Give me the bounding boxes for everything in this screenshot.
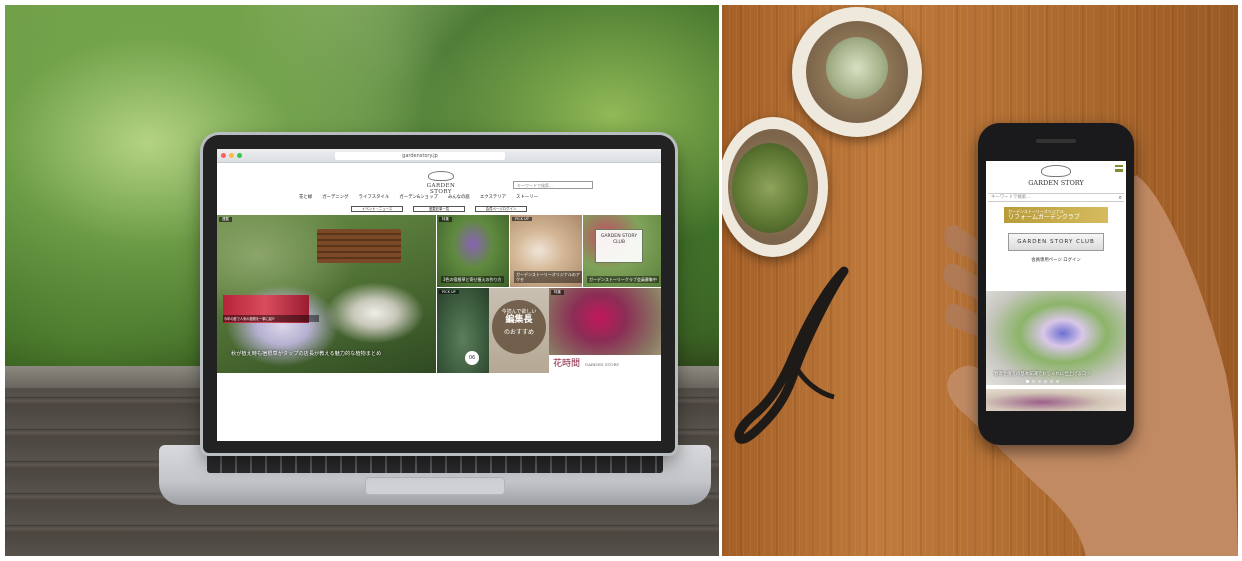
- club-card: GARDEN STORY CLUB: [595, 229, 643, 263]
- laptop-scene: gardenstory.jp GARDEN STORY キーワードで検索... …: [5, 5, 719, 556]
- carousel-dots[interactable]: [1026, 380, 1059, 383]
- mobile-search-placeholder: キーワードで検索...: [991, 195, 1031, 200]
- hero-inset-caption: 今年の庭で人気の植物を一挙に紹介: [223, 315, 319, 322]
- site-logo[interactable]: GARDEN STORY: [417, 171, 465, 195]
- editor-pick-badge: 今読んで欲しい 編集長 のおすすめ: [492, 300, 546, 354]
- mobile-logo-text: GARDEN STORY: [1028, 179, 1084, 187]
- mobile-search-input[interactable]: キーワードで検索... ⌕: [988, 193, 1124, 202]
- site-header: GARDEN STORY キーワードで検索... 花と緑 ガーデニング ライフス…: [217, 163, 661, 215]
- tile-tag: 特集: [551, 290, 564, 295]
- cactus-image: [826, 37, 888, 99]
- minimize-window-dot[interactable]: [229, 153, 234, 158]
- next-article-preview[interactable]: [986, 389, 1126, 411]
- cactus-pot: [792, 7, 922, 137]
- nav-item-exterior[interactable]: エクステリア: [480, 194, 506, 200]
- member-login-link[interactable]: 会員専用ページ ログイン: [986, 257, 1126, 263]
- search-input[interactable]: キーワードで検索...: [513, 181, 593, 189]
- cactus-image: [732, 143, 808, 233]
- laptop-trackpad: [365, 477, 505, 495]
- garden-bench-image: [317, 229, 401, 263]
- tile-tag: PICK UP: [512, 217, 532, 221]
- hanajikan-title: 花時間: [553, 359, 581, 369]
- mobile-site-logo[interactable]: GARDEN STORY: [986, 161, 1126, 187]
- article-tile[interactable]: GARDEN STORY CLUB ガーデンストーリークラブ会員募集中: [583, 215, 661, 287]
- mobile-hero-article[interactable]: 春寄せ植えの基本知識でおしゃれに仕上げるコツ: [986, 291, 1126, 385]
- hanajikan-brand: GARDEN STORY: [584, 362, 620, 367]
- hero-caption: 秋が植え時も宿根草がタップの店長が教える魅力的な植物まとめ: [231, 351, 382, 357]
- garden-story-logo-icon: [428, 171, 454, 181]
- series-list-button[interactable]: 連載記事一覧: [413, 206, 465, 212]
- nav-item-lifestyle[interactable]: ライフスタイル: [359, 194, 390, 200]
- hamburger-menu-icon[interactable]: [1115, 165, 1123, 172]
- laptop-screen: gardenstory.jp GARDEN STORY キーワードで検索... …: [217, 149, 661, 441]
- tile-tag: 特集: [439, 217, 452, 222]
- laptop-keyboard: [207, 451, 663, 473]
- promo-banner-title: リフォームガーデンクラブ: [1008, 214, 1080, 222]
- maximize-window-dot[interactable]: [237, 153, 242, 158]
- article-tile[interactable]: 特集 3色の宿根草と寄せ植えの作り方: [437, 215, 509, 287]
- events-news-button[interactable]: イベント・ニュース: [351, 206, 403, 212]
- phone-speaker: [1036, 139, 1076, 143]
- editor-pick-line2: 編集長: [505, 315, 533, 325]
- search-icon[interactable]: ⌕: [1119, 194, 1122, 202]
- editor-pick-line3: のおすすめ: [503, 328, 534, 336]
- close-window-dot[interactable]: [221, 153, 226, 158]
- browser-toolbar: gardenstory.jp: [217, 149, 661, 163]
- member-login-button[interactable]: 会員ページログイン: [475, 206, 527, 212]
- main-nav: 花と緑 ガーデニング ライフスタイル ガーデン&ショップ みんなの庭 エクステリ…: [299, 194, 538, 200]
- garden-story-club-button[interactable]: GARDEN STORY CLUB: [1008, 233, 1104, 251]
- hanajikan-banner[interactable]: 花時間 GARDEN STORY: [549, 355, 661, 373]
- hero-grid: 連載 今年の庭で人気の植物を一挙に紹介 秋が植え時も宿根草がタップの店長が教える…: [217, 215, 661, 441]
- article-tile[interactable]: PICK UP: [437, 288, 489, 373]
- phone-scene: GARDEN STORY キーワードで検索... ⌕ ガーデンストーリーオリジナ…: [722, 5, 1238, 556]
- laptop-lid: gardenstory.jp GARDEN STORY キーワードで検索... …: [203, 135, 675, 453]
- laptop-base: [159, 445, 711, 505]
- nav-item-everyones-garden[interactable]: みんなの庭: [448, 194, 470, 200]
- sub-nav: イベント・ニュース 連載記事一覧 会員ページログイン: [351, 206, 527, 212]
- article-tile[interactable]: PICK UP ガーデンストーリーオリジナルのアクセ: [510, 215, 582, 287]
- smartphone: GARDEN STORY キーワードで検索... ⌕ ガーデンストーリーオリジナ…: [978, 123, 1134, 445]
- editor-pick-line1: 今読んで欲しい: [501, 309, 537, 315]
- eyeglasses-image: [734, 266, 849, 444]
- hero-main-article[interactable]: 連載 今年の庭で人気の植物を一挙に紹介 秋が植え時も宿根草がタップの店長が教える…: [217, 215, 436, 373]
- tile-caption: ガーデンストーリーオリジナルのアクセ: [514, 270, 582, 283]
- address-bar[interactable]: gardenstory.jp: [335, 151, 505, 160]
- mobile-hero-caption: 春寄せ植えの基本知識でおしゃれに仕上げるコツ: [994, 372, 1091, 377]
- cactus-pot: [722, 117, 828, 257]
- phone-screen: GARDEN STORY キーワードで検索... ⌕ ガーデンストーリーオリジナ…: [986, 161, 1126, 411]
- nav-item-flowers[interactable]: 花と緑: [299, 194, 312, 200]
- tile-caption: 3色の宿根草と寄せ植えの作り方: [441, 275, 504, 283]
- nav-item-gardening[interactable]: ガーデニング: [322, 194, 348, 200]
- page-below-fold: [217, 373, 661, 441]
- nav-item-story[interactable]: ストーリー: [516, 194, 538, 200]
- editor-pick-tile[interactable]: 今読んで欲しい 編集長 のおすすめ: [489, 288, 549, 373]
- garden-story-logo-icon: [1041, 165, 1071, 177]
- editor-pick-number: 06: [465, 351, 479, 365]
- promo-banner[interactable]: ガーデンストーリーオリジナル リフォームガーデンクラブ: [1004, 207, 1108, 223]
- tile-caption: ガーデンストーリークラブ会員募集中: [587, 275, 659, 283]
- nav-item-garden-shop[interactable]: ガーデン&ショップ: [399, 194, 438, 200]
- hero-tag: 連載: [219, 217, 232, 222]
- tile-tag: PICK UP: [439, 290, 459, 294]
